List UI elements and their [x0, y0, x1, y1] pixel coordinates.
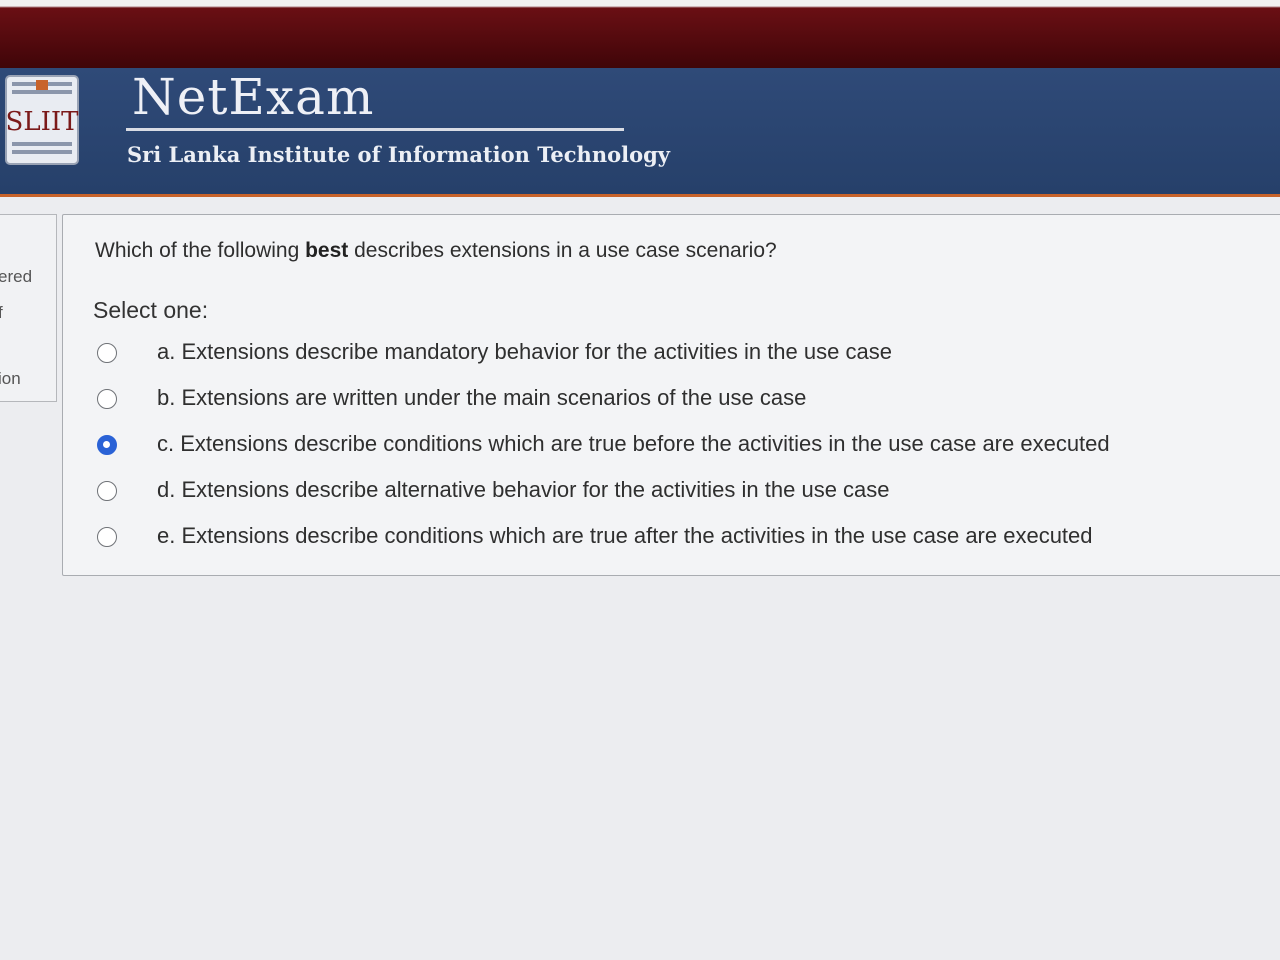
- option-label: b. Extensions are written under the main…: [157, 385, 807, 410]
- question-text-end: describes extensions in a use case scena…: [348, 239, 777, 262]
- radio-button[interactable]: [97, 389, 117, 409]
- answer-option-d[interactable]: d. Extensions describe alternative behav…: [97, 477, 1237, 511]
- answer-option-e[interactable]: e. Extensions describe conditions which …: [97, 523, 1237, 557]
- question-text-emphasis: best: [305, 239, 349, 262]
- site-header: SLIIT NetExam Sri Lanka Institute of Inf…: [0, 68, 1280, 197]
- question-text-start: Which of the following: [95, 239, 306, 262]
- radio-button[interactable]: [97, 435, 117, 455]
- option-label: e. Extensions describe conditions which …: [157, 523, 1093, 548]
- info-fragment: f: [0, 303, 3, 322]
- question-text: Which of the following best describes ex…: [95, 239, 777, 263]
- radio-button[interactable]: [97, 481, 117, 501]
- answer-option-b[interactable]: b. Extensions are written under the main…: [97, 385, 1237, 419]
- brand-divider: [126, 128, 624, 131]
- question-card: Which of the following best describes ex…: [62, 214, 1280, 576]
- radio-button[interactable]: [97, 527, 117, 547]
- institution-name: Sri Lanka Institute of Information Techn…: [127, 142, 670, 167]
- logo-text: SLIIT: [6, 107, 80, 137]
- option-label: d. Extensions describe alternative behav…: [157, 477, 890, 502]
- option-label: a. Extensions describe mandatory behavio…: [157, 339, 892, 364]
- option-label: c. Extensions describe conditions which …: [157, 431, 1110, 456]
- select-one-prompt: Select one:: [93, 297, 209, 323]
- answer-option-c[interactable]: c. Extensions describe conditions which …: [97, 431, 1237, 465]
- quiz-info-panel: ered f ion: [0, 214, 57, 402]
- answer-option-a[interactable]: a. Extensions describe mandatory behavio…: [97, 339, 1237, 373]
- brand-title: NetExam: [132, 68, 375, 126]
- browser-top-bar: [0, 0, 1280, 70]
- radio-button[interactable]: [97, 343, 117, 363]
- info-fragment: ion: [0, 369, 21, 388]
- sliit-logo: SLIIT: [2, 72, 82, 168]
- info-fragment: ered: [0, 267, 33, 286]
